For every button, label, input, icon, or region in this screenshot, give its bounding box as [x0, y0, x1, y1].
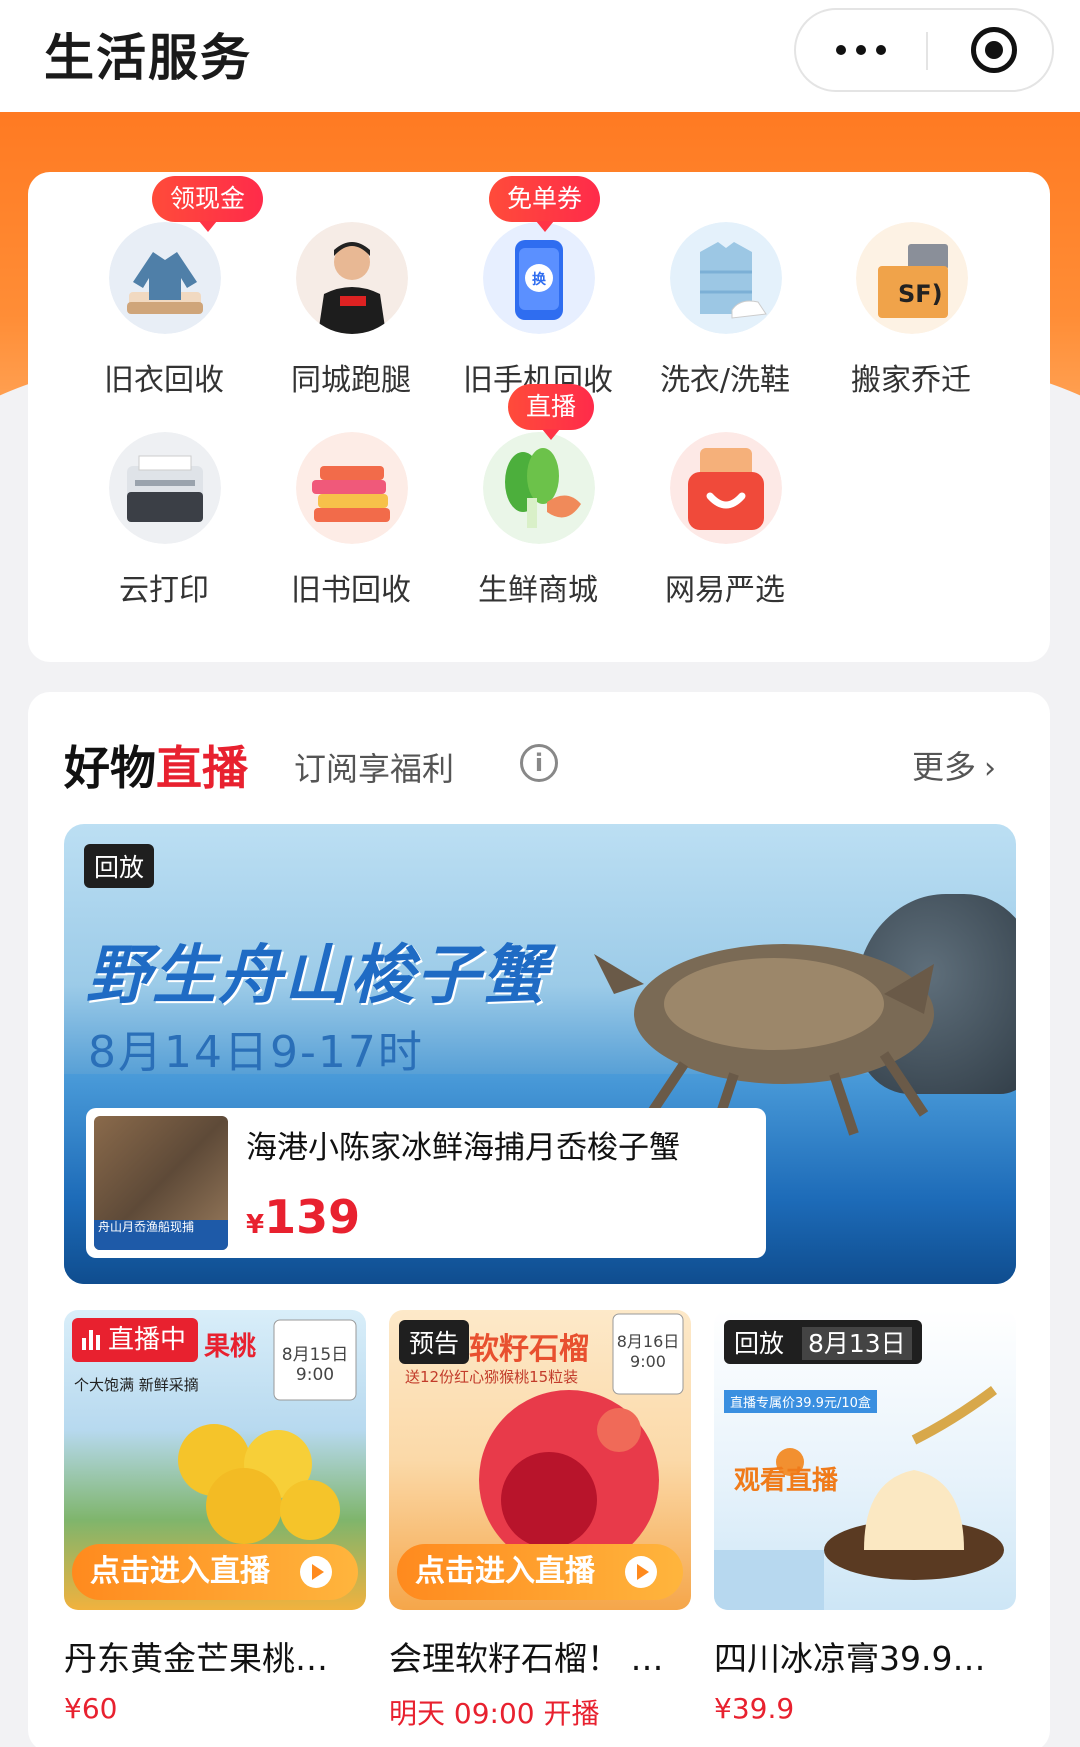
live-tag: 直播 — [508, 384, 595, 440]
service-item-print[interactable]: 云打印 — [74, 390, 254, 608]
books-icon — [296, 432, 408, 544]
title-part: 好物 — [64, 741, 156, 795]
svg-text:换: 换 — [532, 271, 547, 288]
live-badge-text: 直播中 — [108, 1325, 187, 1355]
live-section: 好物直播 订阅享福利 i 更多 › 回放 野生舟山梭子蟹 8月14日9-17时 舟… — [28, 692, 1050, 1747]
preview-badge: 预告 — [399, 1320, 470, 1364]
mini-program-capsule — [794, 8, 1054, 92]
printer-icon — [109, 432, 221, 544]
service-label: 云打印 — [119, 573, 209, 608]
poster-date: 8月16日 9:00 — [616, 1332, 680, 1371]
crab-image — [594, 944, 934, 1136]
more-options-icon[interactable] — [796, 10, 926, 90]
product-name: 海港小陈家冰鲜海捕月岙梭子蟹 — [246, 1130, 680, 1166]
service-item-laundry[interactable]: 洗衣/洗鞋 — [635, 180, 815, 398]
capsule-divider — [926, 32, 928, 70]
card-start-time: 明天 09:00 开播 — [389, 1697, 600, 1730]
service-item-books[interactable]: 旧书回收 — [261, 390, 441, 608]
poster-date: 8月15日 9:00 — [281, 1345, 349, 1385]
card-price: ¥60 — [64, 1692, 118, 1725]
featured-live-banner[interactable]: 回放 野生舟山梭子蟹 8月14日9-17时 舟山月岙渔船现捕 海港小陈家冰鲜海捕… — [64, 824, 1016, 1284]
banner-product[interactable]: 舟山月岙渔船现捕 海港小陈家冰鲜海捕月岙梭子蟹 ¥139 — [86, 1108, 766, 1258]
poster-title: 软籽石榴 — [469, 1332, 589, 1367]
peach-poster: 直播中 果桃 个大饱满 新鲜采摘 8月15日 9:00 点击进入直播 — [64, 1310, 366, 1610]
more-link[interactable]: 更多 › — [912, 742, 996, 788]
jelly-poster: 回放 8月13日 直播专属价39.9元/10盒 观看直播 — [714, 1310, 1016, 1610]
play-icon — [625, 1556, 657, 1588]
service-label: 生鲜商城 — [478, 573, 598, 608]
cash-tag: 领现金 — [152, 176, 264, 232]
title-part-red: 直播 — [156, 741, 248, 795]
live-header: 好物直播 订阅享福利 i 更多 › — [64, 732, 1024, 795]
vegetable-fish-icon — [483, 432, 595, 544]
free-coupon-tag: 免单券 — [489, 176, 601, 232]
replay-date: 8月13日 — [801, 1327, 912, 1360]
replay-badge: 回放 — [84, 844, 155, 888]
service-grid: 旧衣回收 领现金 同城跑腿 换 旧手机回收 免单券 洗衣/洗鞋 SF) 搬家乔迁… — [28, 172, 1050, 662]
moving-box-icon: SF) — [856, 222, 968, 334]
card-price: ¥39.9 — [714, 1692, 795, 1725]
close-target-icon[interactable] — [971, 27, 1017, 73]
cta-label: 点击进入直播 — [90, 1554, 270, 1589]
currency-symbol: ¥ — [246, 1210, 265, 1240]
replay-badge: 回放 8月13日 — [724, 1320, 922, 1364]
top-bar: 生活服务 — [0, 0, 1080, 112]
info-icon[interactable]: i — [520, 744, 558, 782]
cta-label: 点击进入直播 — [415, 1554, 595, 1589]
page-title: 生活服务 — [44, 29, 252, 87]
enter-live-button[interactable]: 点击进入直播 — [72, 1544, 358, 1600]
service-label: 搬家乔迁 — [851, 363, 971, 398]
watch-live-text: 观看直播 — [734, 1466, 839, 1496]
banner-time: 8月14日9-17时 — [88, 1027, 424, 1078]
phone-icon: 换 — [483, 222, 595, 334]
live-now-badge: 直播中 — [72, 1318, 199, 1362]
product-price: ¥139 — [246, 1190, 360, 1244]
poster-subtitle: 直播专属价39.9元/10盒 — [724, 1390, 877, 1413]
card-title: 丹东黄金芒果桃… — [64, 1639, 328, 1678]
play-icon — [300, 1556, 332, 1588]
thumb-caption: 舟山月岙渔船现捕 — [94, 1220, 228, 1250]
banner-headline: 野生舟山梭子蟹 — [86, 939, 548, 1013]
pomegranate-poster: 预告 软籽石榴 送12份红心猕猴桃15粒装 8月16日 9:00 点击进入直播 — [389, 1310, 691, 1610]
card-title: 四川冰凉膏39.9… — [714, 1639, 986, 1678]
service-item-courier[interactable]: 同城跑腿 — [261, 180, 441, 398]
product-thumbnail: 舟山月岙渔船现捕 — [94, 1116, 228, 1250]
subscribe-text[interactable]: 订阅享福利 — [294, 744, 454, 790]
service-item-yanxuan[interactable]: 网易严选 — [635, 390, 815, 608]
laundry-icon — [670, 222, 782, 334]
replay-label: 回放 — [734, 1329, 785, 1358]
service-label: 网易严选 — [665, 573, 785, 608]
courier-icon — [296, 222, 408, 334]
shopping-bag-icon — [670, 432, 782, 544]
poster-subtitle: 送12份红心猕猴桃15粒装 — [405, 1368, 579, 1386]
poster-title: 果桃 — [204, 1332, 257, 1362]
clothes-icon — [109, 222, 221, 334]
card-title: 会理软籽石榴！ … — [389, 1639, 664, 1678]
live-bars-icon — [82, 1330, 100, 1350]
poster-subtitle: 个大饱满 新鲜采摘 — [74, 1376, 199, 1394]
more-label: 更多 — [911, 748, 976, 786]
price-value: 139 — [264, 1190, 361, 1244]
service-item-moving[interactable]: SF) 搬家乔迁 — [821, 180, 1001, 398]
enter-live-button[interactable]: 点击进入直播 — [397, 1544, 683, 1600]
section-title: 好物直播 — [64, 732, 248, 798]
chevron-right-icon: › — [984, 751, 996, 786]
service-label: 旧书回收 — [291, 573, 411, 608]
svg-text:SF): SF) — [898, 280, 943, 308]
